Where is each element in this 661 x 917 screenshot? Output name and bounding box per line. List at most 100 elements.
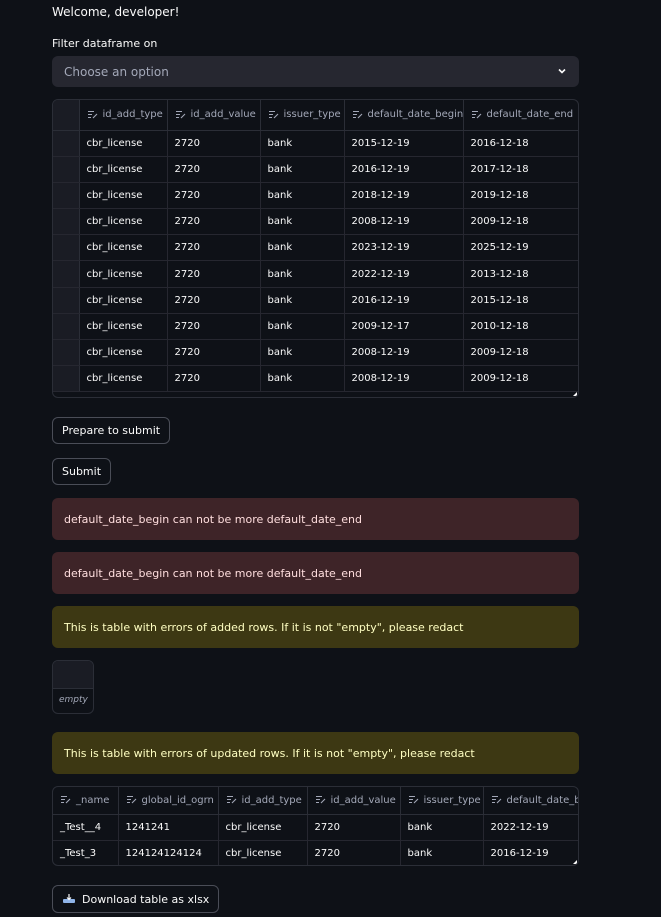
table-row[interactable]: cbr_license 2720 bank 2008-12-19 2009-12-18: [53, 339, 578, 367]
filter-select[interactable]: Choose an option: [52, 56, 579, 87]
table-cell[interactable]: 2009-12-18: [463, 365, 578, 393]
column-header[interactable]: issuer_type: [400, 787, 484, 815]
table-cell[interactable]: 2022-12-19: [344, 260, 464, 288]
table-cell[interactable]: 2008-12-19: [344, 208, 464, 236]
table-cell[interactable]: cbr_license: [79, 130, 168, 157]
table-cell[interactable]: bank: [260, 208, 345, 236]
table-cell[interactable]: cbr_license: [79, 234, 168, 262]
table-cell[interactable]: 2008-12-19: [344, 365, 464, 393]
table-cell[interactable]: bank: [260, 156, 345, 183]
table-cell[interactable]: bank: [260, 287, 345, 314]
row-index-cell[interactable]: [53, 260, 80, 288]
table-cell[interactable]: cbr_license: [79, 208, 168, 236]
table-cell[interactable]: cbr_license: [79, 365, 168, 393]
table-row[interactable]: cbr_license 2720 bank 2016-12-19 2015-12-18: [53, 287, 578, 314]
table-cell[interactable]: 1241241: [118, 814, 219, 841]
row-index-cell[interactable]: [53, 287, 80, 314]
column-header[interactable]: id_add_type: [79, 100, 168, 131]
table-row[interactable]: cbr_license 2720 bank 2022-12-19 2013-12-18: [53, 260, 578, 288]
table-row[interactable]: cbr_license 2720 bank 2015-12-19 2016-12-18: [53, 130, 578, 157]
table-cell[interactable]: 2009-12-18: [463, 208, 578, 236]
main-dataframe[interactable]: id_add_type id_add_value issuer_type defaul…: [52, 99, 579, 398]
table-row[interactable]: _Test__4 1241241 cbr_license 2720 bank 2022-1…: [53, 814, 578, 841]
table-cell[interactable]: bank: [260, 234, 345, 262]
updated-dataframe[interactable]: _name global_id_ogrn id_add_type id_add_val…: [52, 786, 579, 866]
table-cell[interactable]: 2016-12-19: [483, 840, 578, 865]
resize-handle[interactable]: [573, 860, 577, 864]
table-row[interactable]: cbr_license 2720 bank 2016-12-19 2017-12-18: [53, 156, 578, 183]
table-cell[interactable]: 2015-12-18: [463, 287, 578, 314]
table-cell[interactable]: 2720: [167, 156, 261, 183]
table-cell[interactable]: 2720: [167, 365, 261, 393]
added-errors-dataframe[interactable]: empty: [52, 660, 94, 714]
table-row[interactable]: cbr_license 2720 bank 2008-12-19 2009-12-18: [53, 208, 578, 236]
table-row[interactable]: cbr_license 2720 bank 2008-12-19 2009-12-18: [53, 365, 578, 393]
table-cell[interactable]: bank: [260, 365, 345, 393]
table-cell[interactable]: 2018-12-19: [344, 182, 464, 210]
table-row[interactable]: _Test_3 124124124124 cbr_license 2720 bank 20…: [53, 840, 578, 865]
table-cell[interactable]: 2016-12-19: [344, 287, 464, 314]
row-index-cell[interactable]: [53, 208, 80, 236]
prepare-to-submit-button[interactable]: Prepare to submit: [52, 417, 171, 444]
table-cell[interactable]: 2016-12-19: [344, 156, 464, 183]
column-header[interactable]: id_add_value: [167, 100, 261, 131]
row-index-cell[interactable]: [53, 339, 80, 367]
table-cell[interactable]: 2013-12-18: [463, 260, 578, 288]
table-cell[interactable]: cbr_license: [79, 287, 168, 314]
column-header[interactable]: default_date_end: [463, 100, 578, 131]
table-cell[interactable]: 2016-12-18: [463, 130, 578, 157]
table-cell[interactable]: 2025-12-19: [463, 234, 578, 262]
table-cell[interactable]: 2022-12-19: [483, 814, 578, 841]
row-index-cell[interactable]: [53, 182, 80, 210]
column-header[interactable]: id_add_type: [218, 787, 308, 815]
table-cell[interactable]: bank: [260, 260, 345, 288]
column-header[interactable]: default_date_be: [483, 787, 578, 815]
table-cell[interactable]: cbr_license: [79, 313, 168, 341]
row-index-cell[interactable]: [53, 365, 80, 393]
table-cell[interactable]: 2009-12-18: [463, 339, 578, 367]
table-cell[interactable]: cbr_license: [79, 260, 168, 288]
table-cell[interactable]: 2720: [167, 339, 261, 367]
table-cell[interactable]: 2010-12-18: [463, 313, 578, 341]
table-cell[interactable]: bank: [260, 313, 345, 341]
column-header[interactable]: _name: [53, 787, 119, 815]
table-cell[interactable]: 2720: [167, 287, 261, 314]
table-cell[interactable]: 2720: [307, 840, 401, 865]
table-cell[interactable]: 2720: [167, 130, 261, 157]
table-cell[interactable]: _Test_3: [53, 840, 119, 865]
table-cell[interactable]: 2720: [167, 234, 261, 262]
table-cell[interactable]: bank: [400, 840, 484, 865]
table-cell[interactable]: 2720: [167, 208, 261, 236]
row-index-cell[interactable]: [53, 156, 80, 183]
table-cell[interactable]: bank: [260, 130, 345, 157]
table-cell[interactable]: cbr_license: [79, 156, 168, 183]
table-cell[interactable]: bank: [400, 814, 484, 841]
table-row[interactable]: cbr_license 2720 bank 2009-12-17 2010-12-18: [53, 313, 578, 341]
column-header[interactable]: issuer_type: [260, 100, 345, 131]
table-cell[interactable]: 2720: [167, 260, 261, 288]
table-cell[interactable]: 2023-12-19: [344, 234, 464, 262]
column-header[interactable]: default_date_begin: [344, 100, 464, 131]
column-header[interactable]: id_add_value: [307, 787, 401, 815]
row-index-cell[interactable]: [53, 234, 80, 262]
table-cell[interactable]: bank: [260, 182, 345, 210]
table-cell[interactable]: 124124124124: [118, 840, 219, 865]
table-cell[interactable]: cbr_license: [218, 840, 308, 865]
table-cell[interactable]: _Test__4: [53, 814, 119, 841]
table-cell[interactable]: bank: [260, 339, 345, 367]
row-index-cell[interactable]: [53, 130, 80, 157]
table-row[interactable]: cbr_license 2720 bank 2018-12-19 2019-12-18: [53, 182, 578, 210]
table-cell[interactable]: cbr_license: [79, 339, 168, 367]
table-cell[interactable]: 2017-12-18: [463, 156, 578, 183]
table-row[interactable]: cbr_license 2720 bank 2023-12-19 2025-12-19: [53, 234, 578, 262]
submit-button[interactable]: Submit: [52, 458, 112, 485]
download-xlsx-button[interactable]: Download table as xlsx: [52, 885, 220, 913]
table-cell[interactable]: cbr_license: [79, 182, 168, 210]
table-cell[interactable]: 2008-12-19: [344, 339, 464, 367]
column-header[interactable]: global_id_ogrn: [118, 787, 219, 815]
row-index-cell[interactable]: [53, 313, 80, 341]
table-cell[interactable]: 2019-12-18: [463, 182, 578, 210]
table-cell[interactable]: cbr_license: [218, 814, 308, 841]
table-cell[interactable]: 2009-12-17: [344, 313, 464, 341]
table-cell[interactable]: 2720: [307, 814, 401, 841]
